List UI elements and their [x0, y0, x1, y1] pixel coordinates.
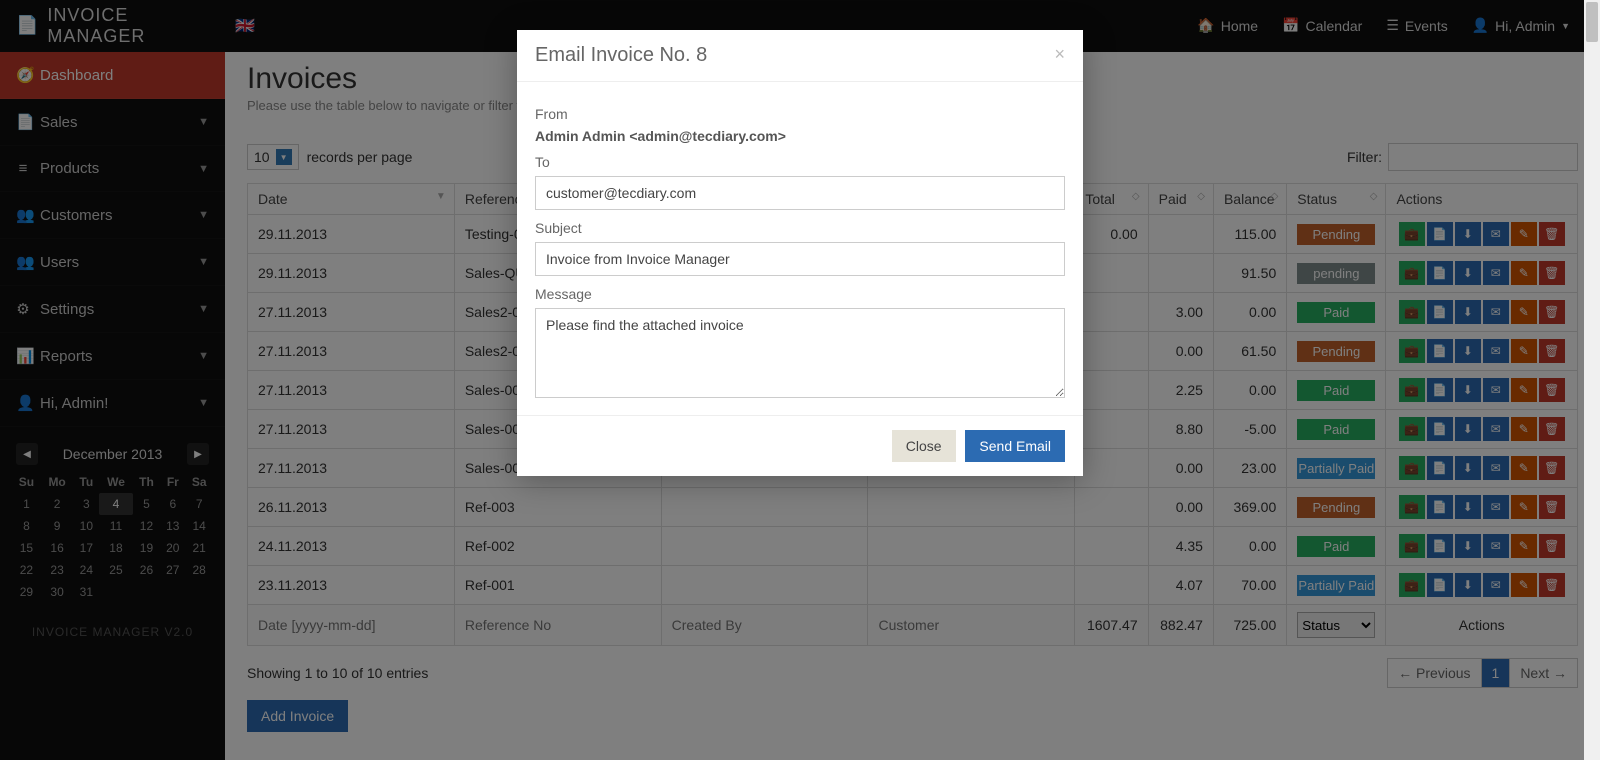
modal-title: Email Invoice No. 8	[535, 44, 707, 67]
send-email-button[interactable]: Send Email	[965, 430, 1065, 462]
to-label: To	[535, 154, 1065, 170]
email-invoice-modal: Email Invoice No. 8 × From Admin Admin <…	[517, 30, 1083, 476]
close-icon[interactable]: ×	[1054, 44, 1065, 67]
subject-input[interactable]	[535, 242, 1065, 276]
from-label: From	[535, 106, 1065, 122]
message-label: Message	[535, 286, 1065, 302]
from-value: Admin Admin <admin@tecdiary.com>	[535, 128, 1065, 144]
to-input[interactable]	[535, 176, 1065, 210]
close-button[interactable]: Close	[892, 430, 956, 462]
scrollbar[interactable]	[1584, 0, 1600, 760]
subject-label: Subject	[535, 220, 1065, 236]
message-textarea[interactable]	[535, 308, 1065, 398]
